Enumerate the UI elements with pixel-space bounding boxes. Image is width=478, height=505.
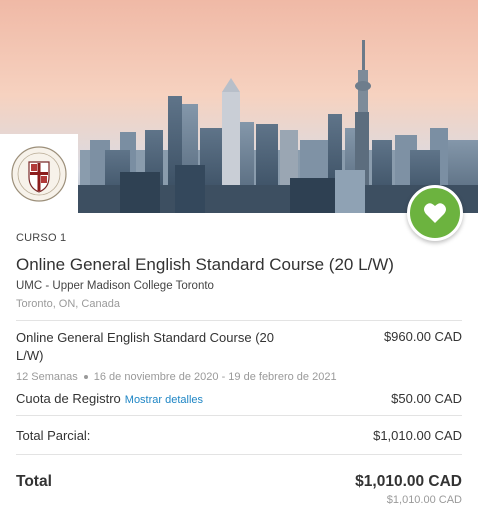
heart-icon xyxy=(424,203,446,223)
registration-fee-row: Cuota de Registro Mostrar detalles $50.0… xyxy=(16,391,462,406)
course-number-label: CURSO 1 xyxy=(16,232,67,244)
total-label: Total xyxy=(16,473,52,490)
school-location: Toronto, ON, Canada xyxy=(16,298,120,310)
subtotal-label: Total Parcial: xyxy=(16,428,91,443)
total-value: $1,010.00 CAD xyxy=(355,473,462,490)
school-name: UMC - Upper Madison College Toronto xyxy=(16,280,214,292)
divider xyxy=(16,415,462,416)
college-crest-icon xyxy=(11,145,67,202)
line-item-name: Online General English Standard Course (… xyxy=(16,330,274,363)
college-logo xyxy=(0,134,78,213)
separator-dot xyxy=(83,375,88,379)
show-details-link[interactable]: Mostrar detalles xyxy=(125,394,203,406)
divider xyxy=(16,454,462,455)
divider xyxy=(16,320,462,321)
course-summary: CURSO 1 Online General English Standard … xyxy=(16,232,462,505)
course-duration: 12 Semanas 16 de noviembre de 2020 - 19 … xyxy=(16,371,462,383)
course-card: CURSO 1 Online General English Standard … xyxy=(0,0,478,505)
date-range: 16 de noviembre de 2020 - 19 de febrero … xyxy=(93,371,337,383)
subtotal-row: Total Parcial: $1,010.00 CAD xyxy=(16,428,462,443)
total-secondary-value: $1,010.00 CAD xyxy=(386,494,462,505)
subtotal-value: $1,010.00 CAD xyxy=(373,428,462,443)
course-title: Online General English Standard Course (… xyxy=(16,255,394,274)
weeks-count: 12 Semanas xyxy=(16,371,78,383)
course-line-item: Online General English Standard Course (… xyxy=(16,329,462,365)
total-row: Total $1,010.00 CAD xyxy=(16,473,462,491)
registration-fee-price: $50.00 CAD xyxy=(391,391,462,406)
registration-fee-label: Cuota de Registro xyxy=(16,391,121,406)
line-item-price: $960.00 CAD xyxy=(383,329,462,344)
